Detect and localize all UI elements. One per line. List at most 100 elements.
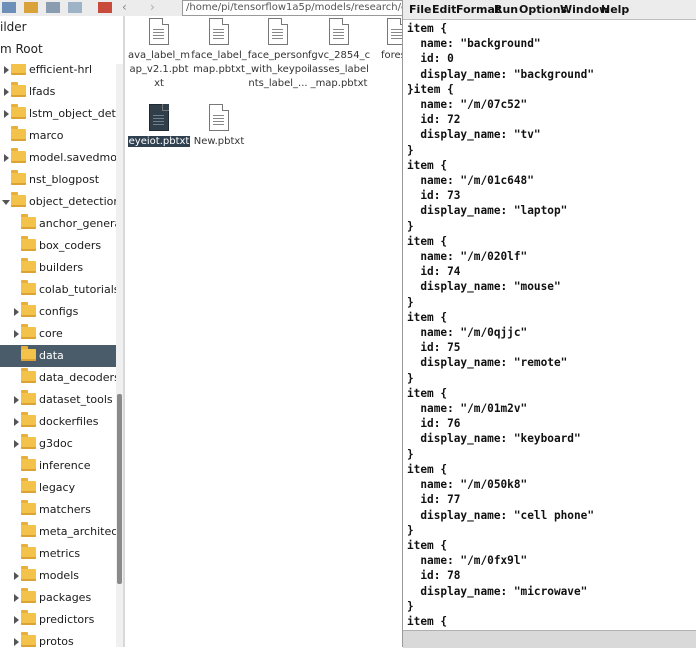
forward-arrow-icon[interactable]: ›	[150, 0, 155, 14]
tree-item-label: colab_tutorials	[39, 283, 116, 296]
menu-run[interactable]: Run	[494, 3, 518, 16]
text-file-icon	[329, 18, 349, 45]
toolbar: ‹ › /home/pi/tensorflow1a5p/models/resea…	[0, 0, 404, 17]
file-name: face_label_map.pbtxt	[191, 50, 247, 75]
tree-item[interactable]: configs	[0, 301, 116, 323]
file-item[interactable]: eyeiot.pbtxt	[127, 104, 191, 149]
tree-item[interactable]: models	[0, 565, 116, 587]
tree-item-label: matchers	[39, 503, 91, 516]
folder-icon	[21, 346, 36, 361]
tree-item-label: marco	[29, 129, 64, 142]
code-line: item {	[407, 234, 448, 248]
tree-item[interactable]: lstm_object_detection	[0, 103, 116, 125]
text-editor-window: File Edit Format Run Options Window Help item …	[402, 0, 696, 648]
tree-item-label: lstm_object_detection	[29, 107, 116, 120]
code-line: item {	[407, 462, 448, 476]
menu-help[interactable]: Help	[601, 3, 629, 16]
code-line: item {	[407, 386, 448, 400]
tree-item[interactable]: dockerfiles	[0, 411, 116, 433]
expand-right-icon[interactable]	[4, 88, 9, 96]
view-list-icon[interactable]	[24, 2, 38, 13]
text-file-icon	[209, 104, 229, 131]
code-line: display_name: "mouse"	[407, 280, 561, 294]
tree-item[interactable]: inference	[0, 455, 116, 477]
folder-icon	[21, 588, 36, 603]
tree-item[interactable]: data_decoders	[0, 367, 116, 389]
view-details-icon[interactable]	[46, 2, 60, 13]
tree-item[interactable]: core	[0, 323, 116, 345]
expand-right-icon[interactable]	[14, 616, 19, 624]
back-arrow-icon[interactable]: ‹	[122, 0, 127, 14]
folder-icon	[21, 302, 36, 317]
tree-item[interactable]: protos	[0, 631, 116, 647]
expand-right-icon[interactable]	[4, 66, 9, 74]
sidebar-header-root[interactable]: m Root	[0, 42, 43, 56]
tree-item[interactable]: anchor_generators	[0, 213, 116, 235]
stop-icon[interactable]	[98, 2, 112, 13]
tree-item[interactable]: packages	[0, 587, 116, 609]
tree-item[interactable]: box_coders	[0, 235, 116, 257]
expand-right-icon[interactable]	[14, 638, 19, 646]
file-item[interactable]: ava_label_map_v2.1.pbtxt	[127, 18, 191, 91]
sidebar-scrollbar-thumb[interactable]	[117, 394, 122, 584]
code-line: name: "/m/01c648"	[407, 174, 534, 188]
file-item[interactable]: New.pbtxt	[187, 104, 251, 149]
expand-right-icon[interactable]	[14, 572, 19, 580]
code-line: display_name: "keyboard"	[407, 432, 581, 446]
path-bar[interactable]: /home/pi/tensorflow1a5p/models/research/…	[182, 0, 404, 16]
file-item[interactable]: face_label_map.pbtxt	[187, 18, 251, 77]
tree-item[interactable]: g3doc	[0, 433, 116, 455]
view-icons-icon[interactable]	[2, 2, 16, 13]
expand-right-icon[interactable]	[4, 154, 9, 162]
tree-item[interactable]: metrics	[0, 543, 116, 565]
expand-down-icon[interactable]	[2, 200, 10, 205]
menu-file[interactable]: File	[409, 3, 432, 16]
code-line: }	[407, 599, 414, 613]
tree-item[interactable]: dataset_tools	[0, 389, 116, 411]
tree-item[interactable]: predictors	[0, 609, 116, 631]
expand-right-icon[interactable]	[14, 396, 19, 404]
tree-item[interactable]: meta_architectures	[0, 521, 116, 543]
tree-item[interactable]: legacy	[0, 477, 116, 499]
tree-item[interactable]: efficient-hrl	[0, 64, 116, 81]
tree-item-label: models	[39, 569, 79, 582]
view-thumbnails-icon[interactable]	[68, 2, 82, 13]
folder-icon	[21, 610, 36, 625]
tree-item[interactable]: colab_tutorials	[0, 279, 116, 301]
expand-right-icon[interactable]	[14, 308, 19, 316]
file-name: fgvc_2854_classes_label_map.pbtxt	[307, 50, 371, 89]
tree-item[interactable]: object_detection	[0, 191, 116, 213]
horizontal-scrollbar[interactable]	[403, 630, 696, 648]
code-line: item {	[407, 22, 448, 35]
code-line: id: 76	[407, 417, 461, 431]
tree-item-label: configs	[39, 305, 79, 318]
code-text[interactable]: item { name: "background" id: 0 display_…	[407, 21, 695, 629]
expand-right-icon[interactable]	[14, 418, 19, 426]
tree-item-label: legacy	[39, 481, 76, 494]
menu-edit[interactable]: Edit	[432, 3, 456, 16]
tree-item-label: builders	[39, 261, 84, 274]
tree-item[interactable]: matchers	[0, 499, 116, 521]
expand-right-icon[interactable]	[14, 440, 19, 448]
tree-item[interactable]: marco	[0, 125, 116, 147]
sidebar-header-folder[interactable]: ilder	[0, 20, 27, 34]
text-file-icon	[209, 18, 229, 45]
folder-icon	[21, 214, 36, 229]
code-line: display_name: "background"	[407, 67, 595, 81]
sidebar-header: ilder m Root	[0, 16, 123, 65]
tree-item[interactable]: model.savedmodel	[0, 147, 116, 169]
tree-item[interactable]: data	[0, 345, 116, 367]
expand-right-icon[interactable]	[4, 110, 9, 118]
tree-item-label: nst_blogpost	[29, 173, 100, 186]
tree-item[interactable]: lfads	[0, 81, 116, 103]
text-file-icon	[149, 18, 169, 45]
expand-right-icon[interactable]	[14, 594, 19, 602]
sidebar-scrollbar[interactable]	[116, 64, 123, 647]
tree-item-label: meta_architectures	[39, 525, 116, 538]
file-item[interactable]: face_person_with_keypoints_label_...	[246, 18, 310, 91]
tree-item[interactable]: builders	[0, 257, 116, 279]
tree-item[interactable]: nst_blogpost	[0, 169, 116, 191]
folder-icon	[11, 192, 26, 207]
expand-right-icon[interactable]	[14, 330, 19, 338]
file-item[interactable]: fgvc_2854_classes_label_map.pbtxt	[307, 18, 371, 91]
